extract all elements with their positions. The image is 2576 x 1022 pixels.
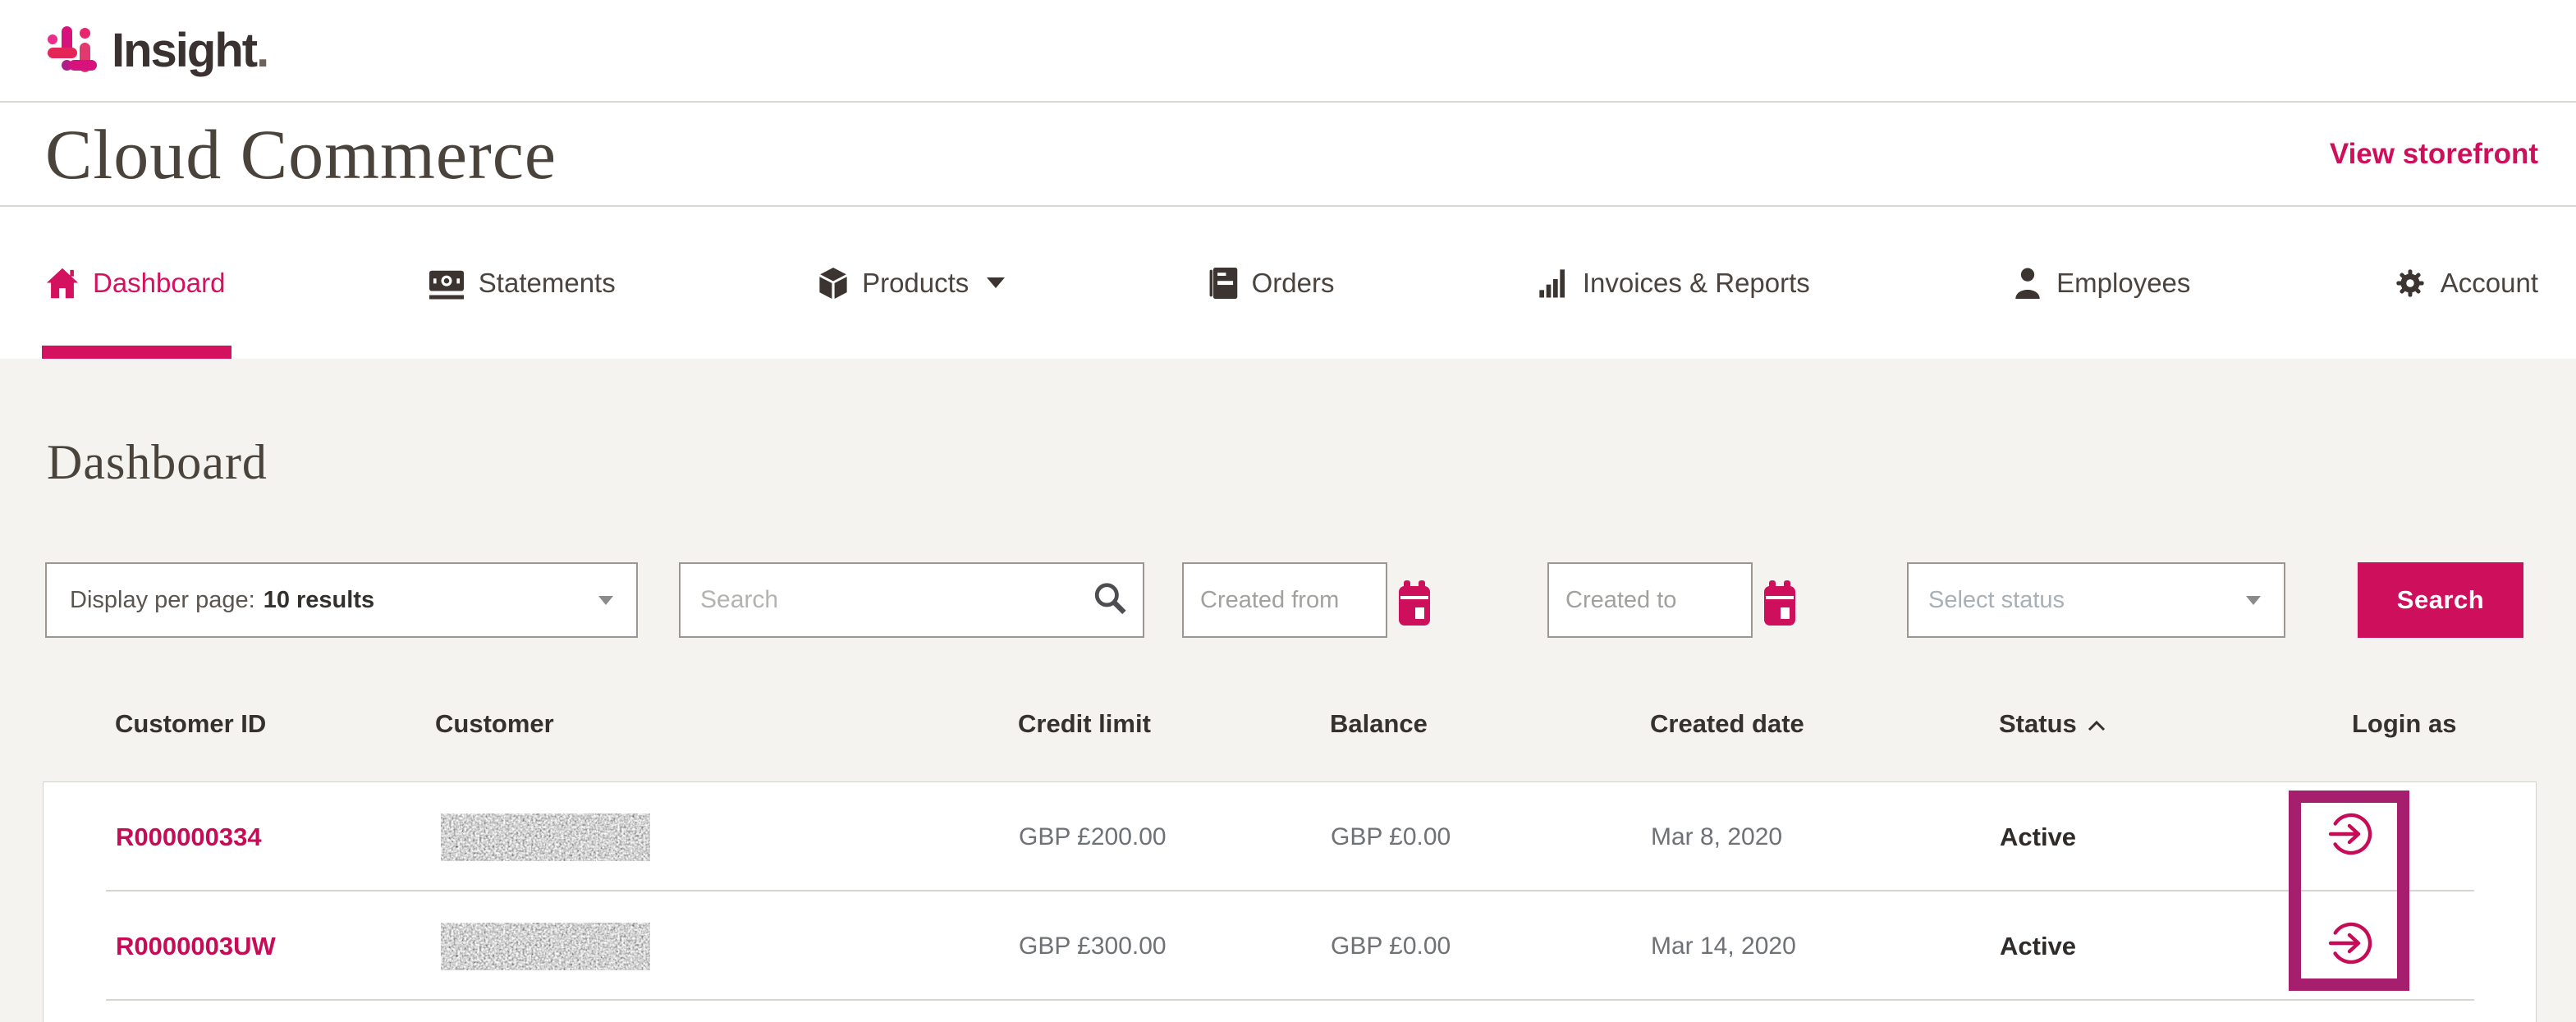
bar-chart-icon <box>1537 267 1570 300</box>
balance-cell: GBP £0.00 <box>1258 823 1579 851</box>
status-cell: Active <box>1927 932 2280 961</box>
created-from-field <box>1182 562 1387 638</box>
title-bar: Cloud Commerce View storefront <box>0 103 2576 207</box>
select-status-dropdown[interactable]: Select status <box>1907 562 2285 638</box>
insight-logo[interactable]: Insight. <box>48 23 268 78</box>
search-button[interactable]: Search <box>2358 562 2523 638</box>
insight-wordmark: Insight. <box>112 23 268 78</box>
page-title: Cloud Commerce <box>45 113 557 195</box>
select-status-placeholder: Select status <box>1928 587 2065 614</box>
created-date-cell: Mar 8, 2020 <box>1579 823 1927 851</box>
customer-id-link[interactable]: R0000003UW <box>44 932 364 961</box>
calendar-icon[interactable] <box>1764 586 1795 626</box>
dashboard-content: Dashboard Display per page: 10 results S… <box>0 359 2576 1022</box>
column-header-credit-limit[interactable]: Credit limit <box>946 709 1258 739</box>
cube-icon <box>818 266 849 300</box>
credit-limit-cell: GBP £300.00 <box>947 933 1258 960</box>
table-header-row: Customer ID Customer Credit limit Balanc… <box>43 683 2537 765</box>
customer-name-cell <box>364 923 947 970</box>
display-per-page-select[interactable]: Display per page: 10 results <box>45 562 638 638</box>
created-from-input[interactable] <box>1184 587 1348 614</box>
nav-tab-invoices-reports[interactable]: Invoices & Reports <box>1537 207 1810 359</box>
chevron-down-icon <box>2246 596 2261 605</box>
nav-label: Invoices & Reports <box>1583 268 1810 299</box>
nav-tab-statements[interactable]: Statements <box>428 207 616 359</box>
chevron-down-icon <box>598 596 613 605</box>
display-per-page-label: Display per page: <box>70 587 255 614</box>
customers-table: R000000334 GBP £200.00 GBP £0.00 Mar 8, … <box>43 781 2537 1022</box>
filter-bar: Display per page: 10 results Select stat… <box>45 562 2576 638</box>
section-heading: Dashboard <box>0 359 2576 491</box>
nav-label: Statements <box>479 268 616 299</box>
nav-tab-account[interactable]: Account <box>2393 207 2538 359</box>
redacted-customer-name <box>441 923 650 970</box>
gear-icon <box>2393 266 2427 300</box>
chevron-down-icon <box>987 277 1005 288</box>
search-box <box>679 562 1144 638</box>
customer-id-link[interactable]: R000000334 <box>44 823 364 852</box>
main-nav: Dashboard Statements Products Orders Inv… <box>0 207 2576 359</box>
search-icon[interactable] <box>1092 580 1128 621</box>
nav-label: Products <box>862 268 969 299</box>
nav-tab-dashboard[interactable]: Dashboard <box>45 207 225 359</box>
nav-label: Account <box>2441 268 2538 299</box>
search-input[interactable] <box>681 586 1042 614</box>
column-header-balance[interactable]: Balance <box>1258 709 1578 739</box>
login-as-cell <box>2280 810 2537 864</box>
status-cell: Active <box>1927 823 2280 852</box>
created-date-cell: Mar 14, 2020 <box>1579 933 1927 960</box>
column-header-login-as: Login as <box>2280 709 2537 739</box>
table-row: R000000334 GBP £200.00 GBP £0.00 Mar 8, … <box>44 782 2536 891</box>
nav-tab-orders[interactable]: Orders <box>1208 207 1335 359</box>
nav-label: Employees <box>2056 268 2190 299</box>
customer-name-cell <box>364 813 947 861</box>
login-as-icon[interactable] <box>2327 810 2537 864</box>
balance-cell: GBP £0.00 <box>1258 933 1579 960</box>
view-storefront-link[interactable]: View storefront <box>2330 138 2538 171</box>
column-header-created-date[interactable]: Created date <box>1578 709 1927 739</box>
column-header-customer-id[interactable]: Customer ID <box>43 709 363 739</box>
redacted-customer-name <box>441 813 650 861</box>
created-to-field <box>1547 562 1753 638</box>
nav-tab-products[interactable]: Products <box>818 207 1005 359</box>
insight-hash-icon <box>48 26 99 76</box>
nav-label: Dashboard <box>93 268 225 299</box>
calendar-icon[interactable] <box>1399 586 1430 626</box>
home-icon <box>45 267 80 300</box>
sort-ascending-icon <box>2087 709 2106 739</box>
created-to-input[interactable] <box>1549 587 1713 614</box>
nav-tab-employees[interactable]: Employees <box>2012 207 2190 359</box>
ledger-icon <box>1208 266 1239 300</box>
column-header-customer[interactable]: Customer <box>363 709 946 739</box>
login-as-cell <box>2280 919 2537 974</box>
credit-limit-cell: GBP £200.00 <box>947 823 1258 851</box>
top-brand-bar: Insight. <box>0 0 2576 103</box>
nav-label: Orders <box>1252 268 1335 299</box>
banknote-icon <box>428 266 465 300</box>
login-as-icon[interactable] <box>2327 919 2537 974</box>
column-header-status[interactable]: Status <box>1927 709 2280 739</box>
display-per-page-value: 10 results <box>264 587 374 614</box>
table-row: R0000003UW GBP £300.00 GBP £0.00 Mar 14,… <box>44 891 2536 1001</box>
person-icon <box>2012 266 2043 300</box>
